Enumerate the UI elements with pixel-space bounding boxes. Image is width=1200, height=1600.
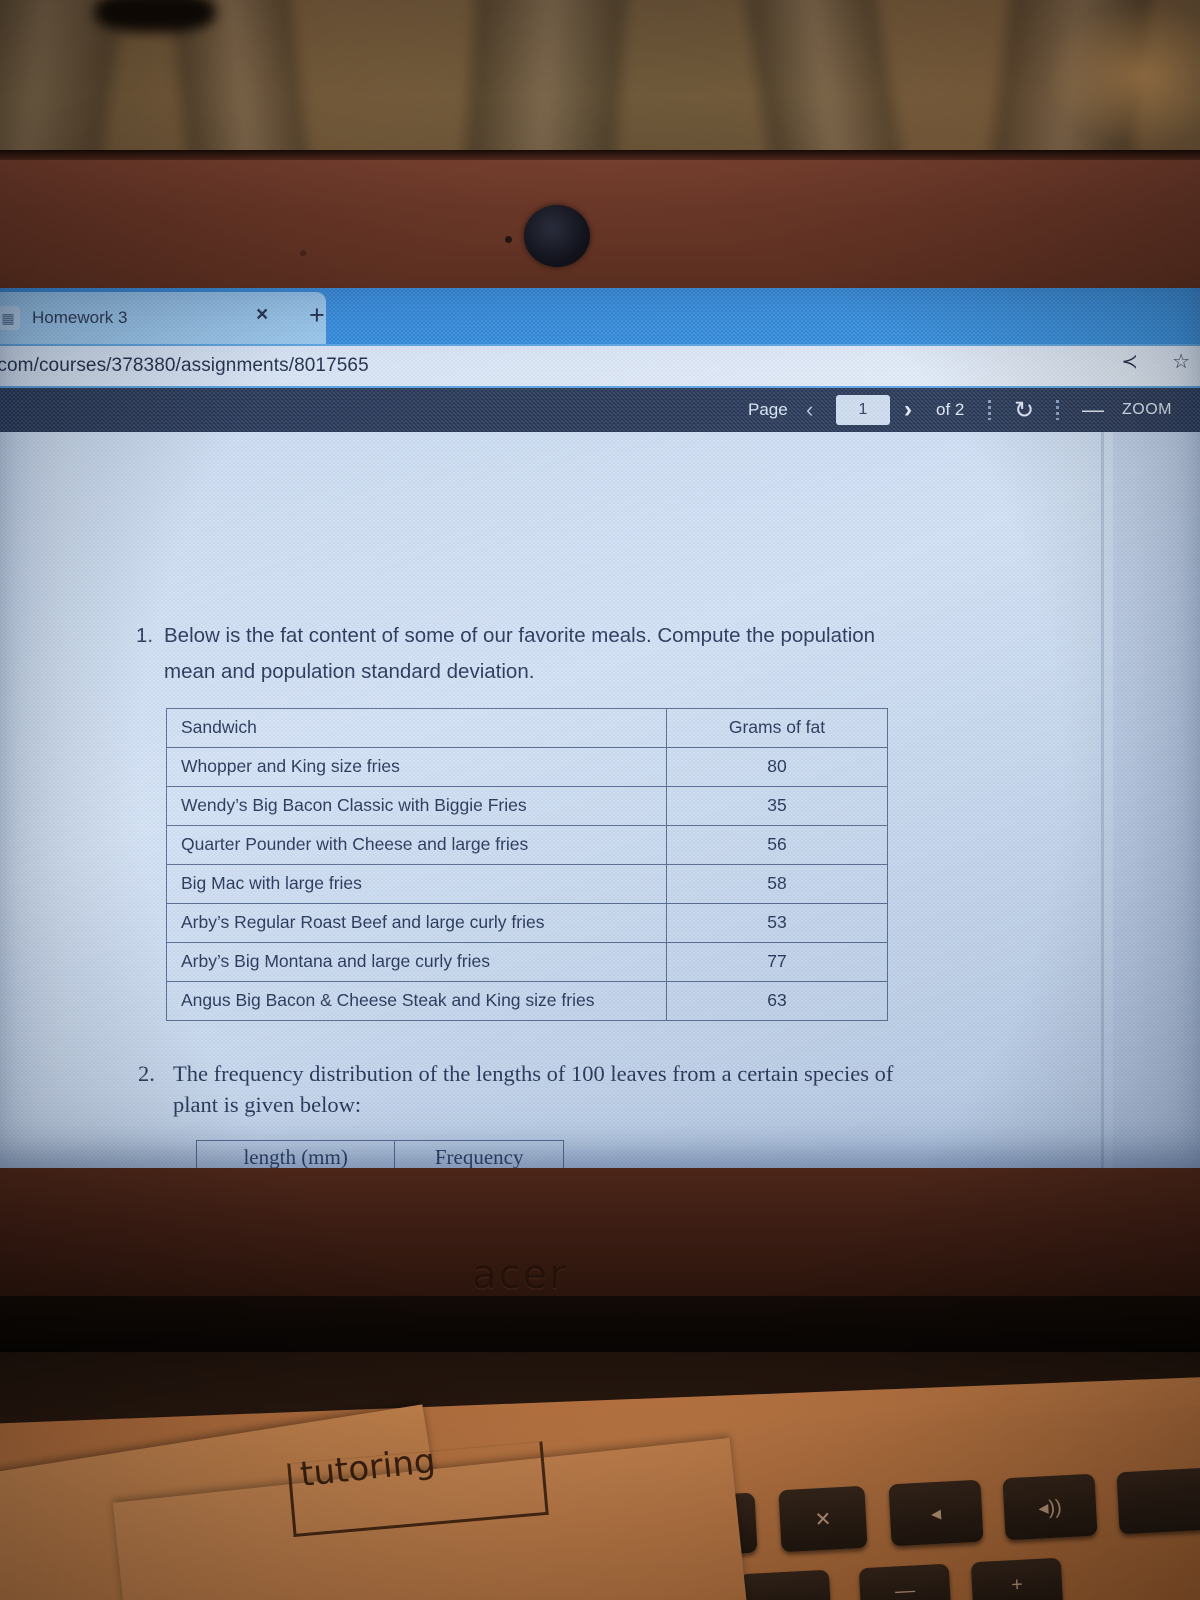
webcam-icon: [524, 205, 590, 267]
cell-sandwich: Big Mac with large fries: [166, 864, 667, 904]
header-length: length (mm): [195, 1140, 396, 1168]
cell-grams: 58: [666, 864, 888, 904]
table-row: Quarter Pounder with Cheese and large fr…: [166, 825, 888, 865]
table-row: Wendy’s Big Bacon Classic with Biggie Fr…: [166, 786, 888, 826]
zoom-label: ZOOM: [1122, 401, 1172, 418]
key-minus[interactable]: —: [858, 1563, 952, 1600]
header-frequency: Frequency: [394, 1140, 564, 1168]
cell-sandwich: Wendy’s Big Bacon Classic with Biggie Fr…: [166, 786, 667, 826]
page-number-input[interactable]: 1: [836, 395, 890, 425]
tab-title: Homework 3: [32, 308, 128, 327]
cell-sandwich: Angus Big Bacon & Cheese Steak and King …: [166, 981, 667, 1021]
browser-tab-strip: ▦ Homework 3 × +: [0, 288, 1200, 344]
sensor-icon: [300, 250, 306, 256]
address-bar[interactable]: .com/courses/378380/assignments/8017565 …: [0, 346, 1200, 386]
key-mute[interactable]: ✕: [778, 1485, 868, 1553]
share-icon[interactable]: ≺: [1121, 352, 1138, 372]
pdf-viewer-toolbar: Page ‹ 1 › of 2 ↻ — ZOOM: [0, 388, 1200, 432]
question-2: 2. The frequency distribution of the len…: [138, 1058, 938, 1120]
key-extra[interactable]: [1116, 1467, 1200, 1535]
viewer-background: [1104, 432, 1200, 1168]
question-2-number: 2.: [138, 1061, 155, 1086]
key-bracket[interactable]: [738, 1569, 832, 1600]
cell-sandwich: Quarter Pounder with Cheese and large fr…: [166, 825, 667, 865]
cell-grams: 35: [666, 786, 888, 826]
page-edge: [1101, 432, 1104, 1168]
browser-tab[interactable]: ▦ Homework 3: [0, 292, 326, 344]
cell-sandwich: Whopper and King size fries: [166, 747, 667, 787]
table-row: Whopper and King size fries 80: [166, 747, 888, 787]
header-sandwich: Sandwich: [166, 708, 667, 748]
page-count-label: of 2: [936, 400, 965, 419]
frequency-table: length (mm) Frequency 20 – 24 6 25 – 29 …: [195, 1140, 564, 1168]
question-1: 1. Below is the fat content of some of o…: [136, 618, 926, 690]
table-row: Arby’s Big Montana and large curly fries…: [166, 942, 888, 982]
page-favicon-icon: ▦: [0, 306, 20, 330]
cell-sandwich: Arby’s Big Montana and large curly fries: [166, 942, 667, 982]
toolbar-divider: [1056, 400, 1059, 420]
new-tab-icon[interactable]: +: [309, 302, 325, 329]
next-page-icon[interactable]: ›: [904, 396, 912, 424]
toolbar-divider: [988, 400, 991, 420]
photo-scene: ▦ Homework 3 × + .com/courses/378380/ass…: [0, 0, 1200, 1600]
microphone-icon: [505, 236, 512, 243]
table-row: Angus Big Bacon & Cheese Steak and King …: [166, 981, 888, 1021]
table-header-row: length (mm) Frequency: [195, 1140, 564, 1168]
laptop-hinge: [0, 1296, 1200, 1356]
cell-grams: 77: [666, 942, 888, 982]
table-header-row: Sandwich Grams of fat: [166, 708, 888, 748]
laptop-screen: ▦ Homework 3 × + .com/courses/378380/ass…: [0, 288, 1200, 1168]
page-label: Page: [748, 400, 788, 419]
key-plus[interactable]: +: [970, 1557, 1064, 1600]
blanket: [0, 0, 1200, 175]
cell-grams: 63: [666, 981, 888, 1021]
cell-grams: 53: [666, 903, 888, 943]
table-row: Big Mac with large fries 58: [166, 864, 888, 904]
header-grams: Grams of fat: [666, 708, 888, 748]
table-row: Arby’s Regular Roast Beef and large curl…: [166, 903, 888, 943]
acer-logo: acer: [472, 1252, 568, 1298]
question-1-text: Below is the fat content of some of our …: [164, 624, 876, 683]
close-icon[interactable]: ×: [256, 304, 268, 325]
zoom-out-icon[interactable]: —: [1082, 397, 1104, 423]
previous-page-icon[interactable]: ‹: [806, 397, 813, 423]
url-text: .com/courses/378380/assignments/8017565: [0, 355, 369, 376]
fat-content-table: Sandwich Grams of fat Whopper and King s…: [166, 708, 888, 1021]
question-2-text: The frequency distribution of the length…: [173, 1061, 894, 1117]
cell-sandwich: Arby’s Regular Roast Beef and large curl…: [166, 903, 667, 943]
rotate-icon[interactable]: ↻: [1014, 396, 1034, 425]
cell-grams: 56: [666, 825, 888, 865]
bookmark-star-icon[interactable]: ☆: [1172, 352, 1190, 372]
question-1-number: 1.: [136, 624, 154, 647]
key-volume-up[interactable]: ◂)): [1002, 1473, 1098, 1541]
key-volume-down[interactable]: ◂: [888, 1479, 984, 1547]
cell-grams: 80: [666, 747, 888, 787]
